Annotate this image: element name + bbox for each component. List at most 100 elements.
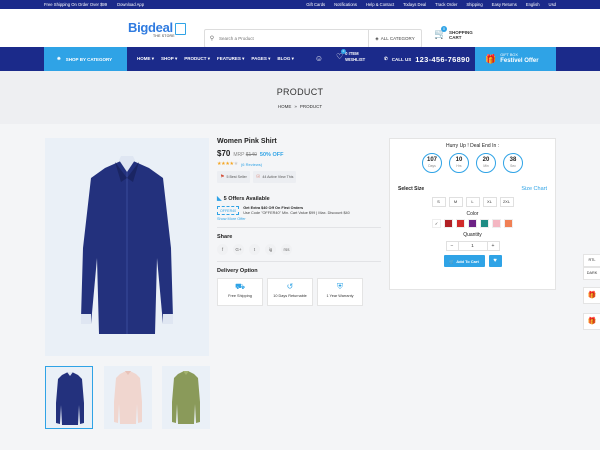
color-swatch-red[interactable] [456, 219, 465, 228]
offer-item: OFFER40 Get Extra $40 Off On First Order… [217, 206, 381, 216]
divider [217, 227, 381, 228]
phone-number[interactable]: 123-456-76890 [415, 55, 470, 64]
wishlist-count-badge: 0 [341, 49, 346, 54]
shop-by-category-label: SHOP BY CATEGORY [65, 56, 113, 62]
color-swatch-orange[interactable] [504, 219, 513, 228]
wishlist-button[interactable]: ♡ 0 0 ITEM WISHLIST [336, 49, 365, 62]
color-swatch-pink[interactable] [492, 219, 501, 228]
mrp-price: MRP $140 [233, 152, 257, 158]
add-to-wishlist-button[interactable]: ♥ [488, 255, 502, 267]
call-us-label: CALL US [391, 56, 412, 62]
notifications-link[interactable]: Notifications [334, 2, 357, 7]
color-swatch-purple[interactable] [468, 219, 477, 228]
track-order-link[interactable]: Track Order [435, 2, 457, 7]
color-swatch-maroon[interactable] [444, 219, 453, 228]
heart-icon: ♥ [493, 258, 497, 264]
reviews-link[interactable]: (6 Reviews) [241, 162, 262, 167]
quantity-increase-button[interactable]: + [486, 241, 500, 251]
timer-minutes: 20 Min [476, 153, 496, 173]
shirt-thumb-blue [56, 372, 84, 425]
cart-button[interactable]: 🛒 0 SHOPPING CART [434, 26, 473, 41]
size-l[interactable]: L [465, 197, 480, 207]
phone-icon: ✆ [384, 56, 388, 61]
free-shipping-option: ⛟ Free Shipping [217, 278, 263, 306]
shipping-link[interactable]: Shipping [466, 2, 482, 7]
help-contact-link[interactable]: Help & Contact [366, 2, 394, 7]
logo[interactable]: Bigdeal THE STORE [128, 20, 186, 44]
divider [217, 261, 381, 262]
menu-blog[interactable]: BLOG ▾ [277, 56, 294, 62]
quantity-decrease-button[interactable]: − [445, 241, 459, 251]
logo-subtext: THE STORE [153, 34, 175, 38]
shirt-image [81, 156, 173, 334]
easy-returns-link[interactable]: Easy Returns [492, 2, 517, 7]
menu-home[interactable]: HOME ▾ [137, 56, 154, 62]
award-icon: ⚑ [220, 174, 225, 180]
show-more-offer-link[interactable]: Show More Offer [217, 217, 381, 221]
size-s[interactable]: S [431, 197, 446, 207]
offer-desc: Use Code "OFFER40" Min. Cart Value $99 |… [243, 211, 350, 215]
user-icon[interactable]: ☺ [314, 54, 324, 64]
size-xl[interactable]: XL [482, 197, 497, 207]
category-label: ALL CATEGORY [380, 36, 415, 41]
google-plus-icon[interactable]: G+ [233, 244, 244, 255]
timer-days: 107 Days [422, 153, 442, 173]
thumbnail-green[interactable] [162, 366, 210, 429]
thumbnail-pink[interactable] [104, 366, 152, 429]
language-select[interactable]: English [526, 2, 540, 7]
gift-icon: 🎁 [485, 53, 497, 64]
rss-icon[interactable]: rss [281, 244, 292, 255]
cart-label-line2: CART [449, 35, 462, 40]
search-input[interactable] [219, 30, 368, 47]
logo-text: Bigdeal [128, 20, 173, 35]
menu-shop[interactable]: SHOP ▾ [161, 56, 177, 62]
shop-by-category-button[interactable]: ❋ SHOP BY CATEGORY [44, 47, 127, 71]
color-swatch-teal[interactable] [480, 219, 489, 228]
breadcrumb-separator: » [294, 104, 297, 109]
truck-icon: ⛟ [234, 282, 246, 291]
quantity-input[interactable]: 1 [458, 241, 487, 251]
rtl-toggle[interactable]: RTL [583, 254, 600, 267]
product-main-image[interactable] [45, 138, 209, 356]
size-m[interactable]: M [448, 197, 463, 207]
twitter-icon[interactable]: t [249, 244, 260, 255]
size-2xl[interactable]: 2XL [499, 197, 514, 207]
gift-side-icon[interactable]: 🎁 [583, 287, 600, 304]
timer-seconds: 38 Sec [503, 153, 523, 173]
gift-box-banner[interactable]: 🎁 GIFT BOX Festivel Offer [475, 47, 556, 71]
quantity-stepper: − 1 + [390, 241, 555, 251]
currency-select[interactable]: Usd [549, 2, 556, 7]
purchase-panel: Hurry Up ! Deal End In : 107 Days 10 Hrs 2… [389, 138, 556, 290]
quantity-label: Quantity [463, 232, 482, 238]
festival-offer-label: Festivel Offer [500, 58, 539, 64]
breadcrumb-home[interactable]: HOME [278, 104, 292, 109]
shield-icon: ⛨ [337, 282, 343, 291]
offer-code[interactable]: OFFER40 [217, 206, 240, 215]
download-app-link[interactable]: Download App [117, 2, 144, 7]
cart-icon: 🛒 0 [434, 26, 447, 40]
menu-pages[interactable]: PAGES ▾ [251, 56, 270, 62]
cart-count-badge: 0 [441, 26, 447, 32]
shirt-thumb-pink [114, 371, 142, 424]
add-to-cart-button[interactable]: 🛒 Add To Cart [443, 255, 485, 267]
active-view-badge: ☉ 44 Active View This [252, 171, 297, 183]
breadcrumb-current: PRODUCT [299, 104, 323, 109]
thumbnail-blue[interactable] [45, 366, 93, 429]
breadcrumb: HOME » PRODUCT [0, 104, 600, 109]
todays-deal-link[interactable]: Todays Deal [403, 2, 426, 7]
gift-side-icon-2[interactable]: 🎁 [583, 313, 600, 330]
facebook-icon[interactable]: f [217, 244, 228, 255]
return-icon: ↺ [286, 282, 294, 291]
size-chart-link[interactable]: Size Chart [521, 186, 547, 192]
page-title: PRODUCT [276, 87, 324, 97]
color-swatch-white[interactable]: ✓ [432, 219, 441, 228]
gift-cards-link[interactable]: Gift Cards [306, 2, 325, 7]
menu-product[interactable]: PRODUCT ▾ [184, 56, 210, 62]
search-icon[interactable]: ⚲ [205, 35, 219, 42]
color-label: Color [466, 211, 479, 217]
instagram-icon[interactable]: ig [265, 244, 276, 255]
size-options: S M L XL 2XL [390, 197, 555, 207]
menu-features[interactable]: FEATURES ▾ [217, 56, 244, 62]
dark-mode-toggle[interactable]: DARK [583, 267, 600, 280]
category-select[interactable]: ◈ ALL CATEGORY [368, 30, 421, 47]
